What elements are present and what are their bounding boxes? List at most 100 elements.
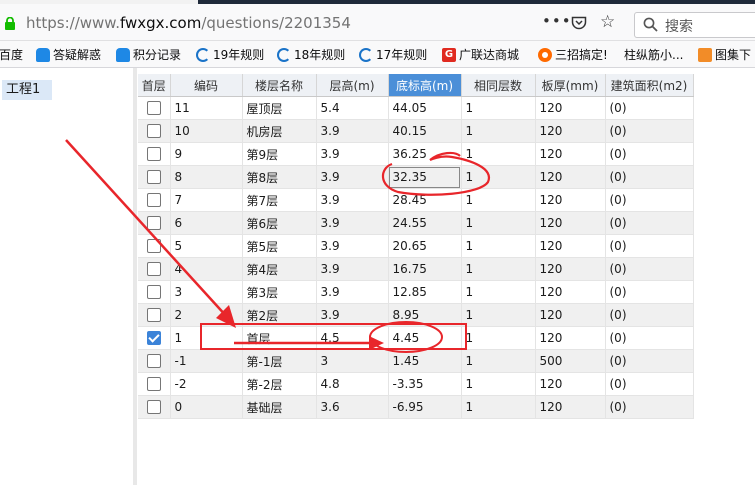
bookmark-18rules[interactable]: 18年规则 xyxy=(277,46,345,63)
bottom-elevation-cell[interactable]: 36.25 xyxy=(388,142,462,166)
table-row[interactable]: 11 屋顶层 5.4 44.05 1 120 (0) xyxy=(138,96,694,120)
table-row[interactable]: -1 第-1层 3 1.45 1 500 (0) xyxy=(138,349,694,373)
bookmark-glodon-mall[interactable]: G 广联达商城 xyxy=(442,46,519,63)
floor-name-cell[interactable]: 第8层 xyxy=(242,165,317,189)
same-count-cell[interactable]: 1 xyxy=(461,119,536,143)
slab-thickness-cell[interactable]: 120 xyxy=(535,119,606,143)
code-cell[interactable]: 10 xyxy=(170,119,243,143)
col-header-floor-name[interactable]: 楼层名称 xyxy=(242,74,317,97)
code-cell[interactable]: 5 xyxy=(170,234,243,258)
code-cell[interactable]: 11 xyxy=(170,96,243,120)
slab-thickness-cell[interactable]: 120 xyxy=(535,257,606,281)
same-count-cell[interactable]: 1 xyxy=(461,326,536,350)
col-header-same-count[interactable]: 相同层数 xyxy=(461,74,536,97)
same-count-cell[interactable]: 1 xyxy=(461,280,536,304)
building-area-cell[interactable]: (0) xyxy=(605,326,694,350)
floor-name-cell[interactable]: 第2层 xyxy=(242,303,317,327)
building-area-cell[interactable]: (0) xyxy=(605,211,694,235)
bottom-elevation-cell[interactable]: 8.95 xyxy=(388,303,462,327)
building-area-cell[interactable]: (0) xyxy=(605,96,694,120)
same-count-cell[interactable]: 1 xyxy=(461,165,536,189)
pocket-icon[interactable] xyxy=(571,16,587,34)
slab-thickness-cell[interactable]: 500 xyxy=(535,349,606,373)
bookmark-17rules[interactable]: 17年规则 xyxy=(359,46,427,63)
table-row[interactable]: 8 第8层 3.9 32.35 1 120 (0) xyxy=(138,165,694,189)
table-row[interactable]: 2 第2层 3.9 8.95 1 120 (0) xyxy=(138,303,694,327)
bottom-elevation-cell[interactable]: 12.85 xyxy=(388,280,462,304)
col-header-floor-height[interactable]: 层高(m) xyxy=(316,74,389,97)
bookmark-column-rebar[interactable]: 柱纵筋小... xyxy=(624,46,683,63)
bottom-elevation-cell[interactable]: 4.45 xyxy=(388,326,462,350)
code-cell[interactable]: 3 xyxy=(170,280,243,304)
floor-height-cell[interactable]: 3.9 xyxy=(316,119,389,143)
search-box[interactable]: 搜索 xyxy=(634,12,755,38)
table-row[interactable]: 9 第9层 3.9 36.25 1 120 (0) xyxy=(138,142,694,166)
building-area-cell[interactable]: (0) xyxy=(605,165,694,189)
code-cell[interactable]: 2 xyxy=(170,303,243,327)
floor-height-cell[interactable]: 5.4 xyxy=(316,96,389,120)
slab-thickness-cell[interactable]: 120 xyxy=(535,165,606,189)
project-node[interactable]: 工程1 xyxy=(2,80,52,100)
col-header-building-area[interactable]: 建筑面积(m2) xyxy=(605,74,694,97)
floor-name-cell[interactable]: 基础层 xyxy=(242,395,317,419)
same-count-cell[interactable]: 1 xyxy=(461,349,536,373)
bottom-elevation-cell[interactable]: 28.45 xyxy=(388,188,462,212)
floor-name-cell[interactable]: 第5层 xyxy=(242,234,317,258)
floor-height-cell[interactable]: 3.9 xyxy=(316,188,389,212)
col-header-bottom-elevation[interactable]: 底标高(m) xyxy=(388,74,462,97)
floor-name-cell[interactable]: 首层 xyxy=(242,326,317,350)
code-cell[interactable]: 1 xyxy=(170,326,243,350)
first-floor-checkbox[interactable] xyxy=(146,400,161,415)
floor-name-cell[interactable]: 第6层 xyxy=(242,211,317,235)
table-row[interactable]: 4 第4层 3.9 16.75 1 120 (0) xyxy=(138,257,694,281)
building-area-cell[interactable]: (0) xyxy=(605,303,694,327)
slab-thickness-cell[interactable]: 120 xyxy=(535,372,606,396)
first-floor-checkbox[interactable] xyxy=(146,147,161,162)
slab-thickness-cell[interactable]: 120 xyxy=(535,234,606,258)
same-count-cell[interactable]: 1 xyxy=(461,395,536,419)
bottom-elevation-cell[interactable]: 16.75 xyxy=(388,257,462,281)
slab-thickness-cell[interactable]: 120 xyxy=(535,395,606,419)
bookmark-dayi[interactable]: 答疑解惑 xyxy=(36,46,101,63)
code-cell[interactable]: 6 xyxy=(170,211,243,235)
first-floor-checkbox[interactable] xyxy=(146,193,161,208)
bookmark-three-tricks[interactable]: 三招搞定! xyxy=(538,46,608,63)
slab-thickness-cell[interactable]: 120 xyxy=(535,188,606,212)
code-cell[interactable]: 0 xyxy=(170,395,243,419)
building-area-cell[interactable]: (0) xyxy=(605,234,694,258)
building-area-cell[interactable]: (0) xyxy=(605,188,694,212)
building-area-cell[interactable]: (0) xyxy=(605,372,694,396)
same-count-cell[interactable]: 1 xyxy=(461,211,536,235)
building-area-cell[interactable]: (0) xyxy=(605,349,694,373)
floor-name-cell[interactable]: 屋顶层 xyxy=(242,96,317,120)
bottom-elevation-cell[interactable]: -3.35 xyxy=(388,372,462,396)
code-cell[interactable]: 7 xyxy=(170,188,243,212)
bottom-elevation-cell[interactable]: 32.35 xyxy=(388,165,462,189)
floor-height-cell[interactable]: 3.9 xyxy=(316,211,389,235)
first-floor-checkbox[interactable] xyxy=(146,377,161,392)
bookmark-19rules[interactable]: 19年规则 xyxy=(196,46,264,63)
building-area-cell[interactable]: (0) xyxy=(605,280,694,304)
slab-thickness-cell[interactable]: 120 xyxy=(535,303,606,327)
building-area-cell[interactable]: (0) xyxy=(605,395,694,419)
first-floor-checkbox[interactable] xyxy=(146,124,161,139)
bottom-elevation-cell[interactable]: 20.65 xyxy=(388,234,462,258)
bookmark-star-icon[interactable]: ☆ xyxy=(600,12,615,32)
slab-thickness-cell[interactable]: 120 xyxy=(535,280,606,304)
first-floor-checkbox[interactable] xyxy=(146,101,161,116)
bookmark-atlas[interactable]: 图集下 xyxy=(698,46,751,63)
bottom-elevation-cell[interactable]: 40.15 xyxy=(388,119,462,143)
floor-height-cell[interactable]: 3.6 xyxy=(316,395,389,419)
code-cell[interactable]: 9 xyxy=(170,142,243,166)
same-count-cell[interactable]: 1 xyxy=(461,303,536,327)
same-count-cell[interactable]: 1 xyxy=(461,234,536,258)
bottom-elevation-cell[interactable]: 44.05 xyxy=(388,96,462,120)
floor-name-cell[interactable]: 第4层 xyxy=(242,257,317,281)
bottom-elevation-cell[interactable]: -6.95 xyxy=(388,395,462,419)
first-floor-checkbox[interactable] xyxy=(146,262,161,277)
table-row[interactable]: 6 第6层 3.9 24.55 1 120 (0) xyxy=(138,211,694,235)
code-cell[interactable]: 8 xyxy=(170,165,243,189)
col-header-first-floor[interactable]: 首层 xyxy=(138,74,171,97)
table-row[interactable]: 10 机房层 3.9 40.15 1 120 (0) xyxy=(138,119,694,143)
floor-name-cell[interactable]: 第-2层 xyxy=(242,372,317,396)
